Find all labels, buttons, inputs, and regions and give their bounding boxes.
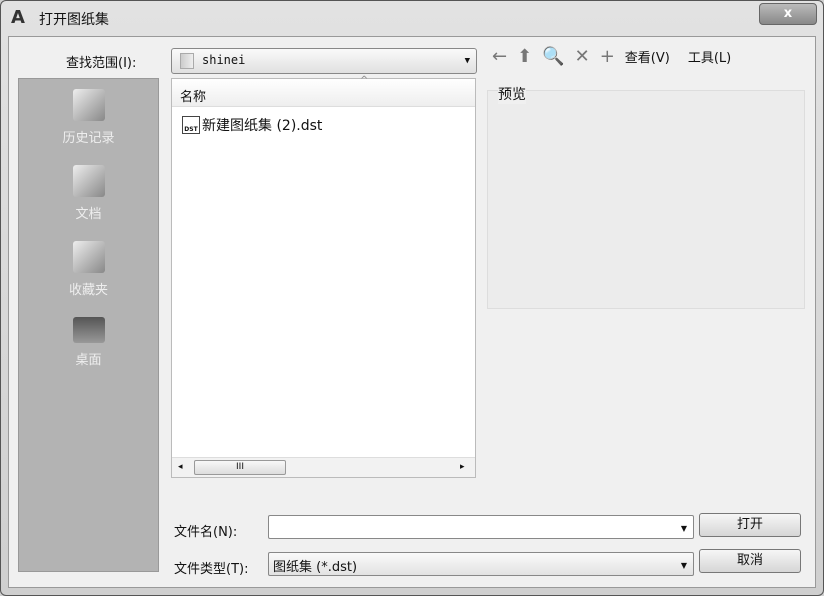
preview-pane xyxy=(487,90,805,309)
desktop-icon xyxy=(72,317,105,343)
sidebar-item-favorites[interactable]: 收藏夹 xyxy=(19,241,158,298)
filename-input[interactable]: ▼ xyxy=(268,515,694,539)
chevron-down-icon: ▼ xyxy=(680,561,687,570)
search-web-icon[interactable]: 🔍 xyxy=(542,46,564,67)
file-list[interactable]: 名称 ^ DST 新建图纸集 (2).dst ◂ III ▸ xyxy=(171,75,476,478)
new-folder-icon[interactable]: + xyxy=(600,46,615,67)
toolbar: ← ⬆ 🔍 ✕ + 查看(V) 工具(L) xyxy=(492,46,731,67)
sidebar-item-label: 历史记录 xyxy=(62,131,115,146)
folder-icon xyxy=(180,53,194,69)
delete-icon[interactable]: ✕ xyxy=(575,46,590,67)
tools-menu[interactable]: 工具(L) xyxy=(688,47,731,66)
preview-label: 预览 xyxy=(498,84,526,104)
chevron-down-icon: ▼ xyxy=(464,56,470,66)
open-button[interactable]: 打开 xyxy=(699,513,801,537)
lookin-label: 查找范围(I): xyxy=(66,56,137,71)
horizontal-scrollbar[interactable]: ◂ III ▸ xyxy=(172,457,475,477)
up-folder-icon[interactable]: ⬆ xyxy=(517,46,532,67)
lookin-dropdown[interactable]: shinei ▼ xyxy=(171,48,477,74)
chevron-down-icon[interactable]: ▼ xyxy=(681,524,687,533)
sidebar-item-label: 桌面 xyxy=(75,353,102,368)
column-label: 名称 xyxy=(180,90,207,105)
cancel-button[interactable]: 取消 xyxy=(699,549,801,573)
sidebar-item-label: 收藏夹 xyxy=(68,283,108,298)
sidebar-item-documents[interactable]: 文档 xyxy=(19,165,158,222)
sidebar-item-desktop[interactable]: 桌面 xyxy=(19,317,158,368)
sidebar-item-history[interactable]: 历史记录 xyxy=(19,89,158,146)
app-logo: A xyxy=(11,7,25,28)
filetype-dropdown[interactable]: 图纸集 (*.dst) ▼ xyxy=(268,552,694,576)
scroll-thumb[interactable]: III xyxy=(194,460,286,475)
documents-icon xyxy=(72,165,105,197)
filetype-label: 文件类型(T): xyxy=(174,562,249,577)
views-menu[interactable]: 查看(V) xyxy=(625,47,670,66)
history-icon xyxy=(72,89,105,121)
list-item[interactable]: DST 新建图纸集 (2).dst xyxy=(182,115,322,135)
column-header-name[interactable]: 名称 xyxy=(172,79,475,107)
scroll-left-icon[interactable]: ◂ xyxy=(178,462,183,472)
filename-label: 文件名(N): xyxy=(174,525,238,540)
lookin-value: shinei xyxy=(202,53,246,67)
sort-arrow-icon: ^ xyxy=(360,75,369,86)
favorites-icon xyxy=(72,241,105,273)
places-sidebar: 历史记录 文档 收藏夹 桌面 xyxy=(18,78,159,572)
filetype-value: 图纸集 (*.dst) xyxy=(273,560,358,575)
back-icon[interactable]: ← xyxy=(492,46,507,67)
dialog-title: 打开图纸集 xyxy=(39,12,109,28)
sidebar-item-label: 文档 xyxy=(75,207,102,222)
scroll-right-icon[interactable]: ▸ xyxy=(460,462,465,472)
close-button[interactable]: x xyxy=(759,3,817,25)
dst-file-icon: DST xyxy=(182,116,200,134)
file-name: 新建图纸集 (2).dst xyxy=(202,118,323,134)
